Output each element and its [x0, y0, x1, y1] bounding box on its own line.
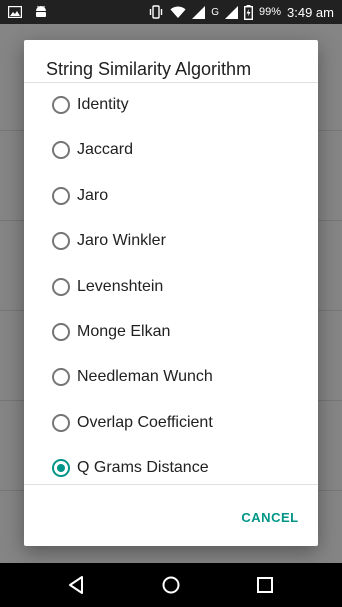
android-icon	[34, 5, 48, 19]
option-label: Levenshtein	[77, 277, 164, 295]
recents-icon[interactable]	[253, 573, 277, 597]
radio-button[interactable]	[52, 96, 70, 114]
status-bar: G 99% 3:49 am	[0, 0, 342, 24]
algorithm-dialog: String Similarity Algorithm Identity Jacc…	[24, 40, 318, 546]
option-row[interactable]: Jaro	[24, 176, 318, 216]
radio-button[interactable]	[52, 277, 70, 296]
radio-button[interactable]	[52, 232, 70, 251]
option-label: Jaro Winkler	[77, 232, 166, 250]
vibrate-icon	[148, 5, 164, 19]
back-icon[interactable]	[64, 573, 88, 597]
option-label: Overlap Coefficient	[77, 413, 213, 431]
wifi-icon	[170, 6, 186, 19]
option-row[interactable]: Needleman Wunch	[24, 357, 318, 397]
radio-button[interactable]	[52, 186, 70, 205]
option-row[interactable]: Identity	[24, 85, 318, 125]
status-left	[8, 5, 48, 19]
option-label: Jaccard	[77, 141, 134, 159]
radio-button[interactable]	[52, 459, 70, 478]
option-row[interactable]: Monge Elkan	[24, 312, 318, 352]
radio-button[interactable]	[52, 323, 70, 341]
network-type-label: G	[211, 6, 219, 18]
dialog-title: String Similarity Algorithm	[46, 59, 252, 79]
signal-icon	[224, 5, 238, 19]
option-row[interactable]: Overlap Coefficient	[24, 403, 318, 443]
option-label: Needleman Wunch	[77, 368, 213, 386]
battery-percent: 99%	[258, 6, 282, 18]
status-right: G 99% 3:49 am	[148, 4, 334, 20]
image-icon	[8, 6, 22, 18]
option-row[interactable]: Levenshtein	[24, 267, 318, 307]
option-label: Monge Elkan	[77, 323, 171, 340]
cancel-button[interactable]: CANCEL	[236, 506, 304, 528]
navigation-bar	[0, 563, 342, 607]
radio-button[interactable]	[52, 413, 70, 432]
radio-button[interactable]	[52, 368, 70, 387]
battery-charging-icon	[243, 4, 253, 20]
home-icon[interactable]	[159, 573, 183, 597]
signal-icon	[192, 5, 206, 19]
option-label: Identity	[77, 96, 129, 113]
option-row[interactable]: Jaro Winkler	[24, 221, 318, 261]
option-label: Q Grams Distance	[77, 459, 209, 477]
option-row[interactable]: Jaccard	[24, 130, 318, 170]
options-list[interactable]: Identity Jaccard Jaro Jaro Winkler Levenshte…	[24, 83, 318, 484]
option-label: Jaro	[77, 186, 109, 204]
option-row[interactable]: Q Grams Distance	[24, 448, 318, 484]
clock: 3:49 am	[287, 4, 334, 20]
radio-button[interactable]	[52, 141, 70, 160]
actions-divider	[24, 484, 318, 485]
